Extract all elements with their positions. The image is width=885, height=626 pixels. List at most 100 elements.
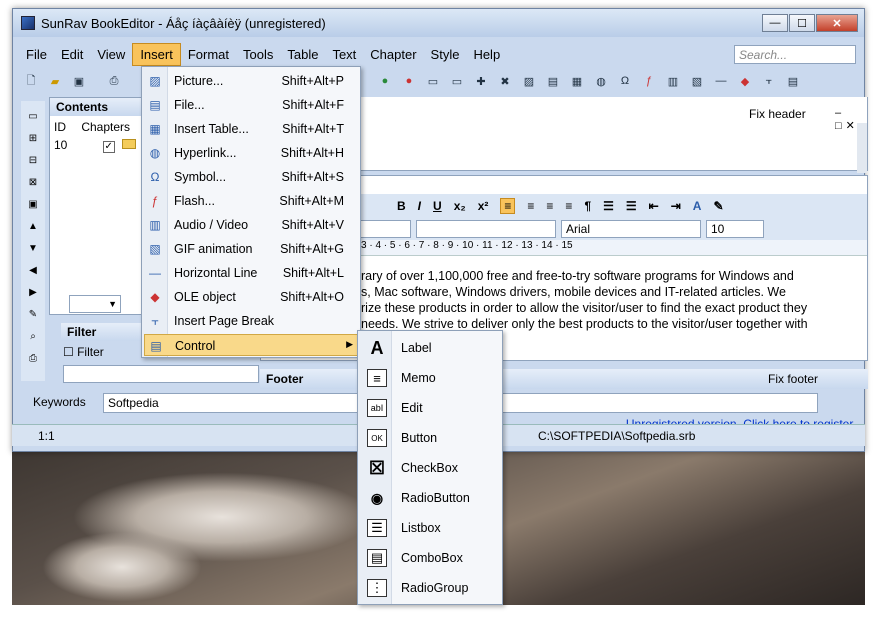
menu-item-audio-video[interactable]: ▥ Audio / Video Shift+Alt+V [144, 214, 358, 236]
menu-text[interactable]: Text [325, 44, 363, 65]
menu-item-control[interactable]: ▤ Control ▶ [144, 334, 358, 356]
move-chapter-icon[interactable]: ▭ [424, 73, 442, 89]
submenu-item-button[interactable]: OK Button [360, 423, 500, 453]
preview-icon[interactable]: ▣ [24, 197, 42, 211]
paragraph-combo[interactable] [416, 220, 556, 238]
align-center-icon[interactable]: ≡ [527, 199, 534, 213]
flash-toolbar-icon[interactable]: ƒ [640, 73, 658, 89]
menu-view[interactable]: View [90, 44, 132, 65]
column-chapters[interactable]: Chapters [81, 120, 130, 134]
font-color-icon[interactable]: A [693, 199, 702, 213]
maximize-button[interactable]: ☐ [789, 14, 815, 32]
ole-toolbar-icon[interactable]: ◆ [736, 73, 754, 89]
submenu-item-edit[interactable]: abI Edit [360, 393, 500, 423]
menu-file[interactable]: File [19, 44, 54, 65]
fix-header-label[interactable]: Fix header [749, 107, 806, 121]
submenu-item-combobox[interactable]: ▤ ComboBox [360, 543, 500, 573]
arrow-up-icon[interactable]: ▲ [24, 219, 42, 233]
align-right-icon[interactable]: ≡ [546, 199, 553, 213]
find-icon[interactable]: ⌕ [24, 329, 42, 343]
font-name-combo[interactable]: Arial [561, 220, 701, 238]
arrow-right-icon[interactable]: ▶ [24, 285, 42, 299]
menu-item-horizontal-line[interactable]: ― Horizontal Line Shift+Alt+L [144, 262, 358, 284]
menu-help[interactable]: Help [466, 44, 507, 65]
submenu-item-listbox[interactable]: ☰ Listbox [360, 513, 500, 543]
submenu-item-memo[interactable]: ≡ Memo [360, 363, 500, 393]
tree-icon[interactable]: ⊟ [24, 153, 42, 167]
filter-checkbox[interactable]: ☐ Filter [63, 345, 104, 359]
numbering-icon[interactable]: ☰ [626, 199, 637, 213]
picture-toolbar-icon[interactable]: ▨ [520, 73, 538, 89]
menu-item-picture[interactable]: ▨ Picture... Shift+Alt+P [144, 70, 358, 92]
submenu-item-radiobutton[interactable]: ◉ RadioButton [360, 483, 500, 513]
media-toolbar-icon[interactable]: ▥ [664, 73, 682, 89]
menu-item-page-break[interactable]: ⫟ Insert Page Break [144, 310, 358, 332]
search-input[interactable]: Search... [734, 45, 856, 64]
menu-format[interactable]: Format [181, 44, 236, 65]
hyperlink-toolbar-icon[interactable]: ◍ [592, 73, 610, 89]
menu-item-ole-object[interactable]: ◆ OLE object Shift+Alt+O [144, 286, 358, 308]
arrow-left-icon[interactable]: ◀ [24, 263, 42, 277]
underline-icon[interactable]: U [433, 199, 442, 213]
document-text[interactable]: rary of over 1,100,000 free and free-to-… [361, 268, 851, 332]
justify-icon[interactable]: ≡ [565, 199, 572, 213]
highlight-icon[interactable]: ✎ [713, 199, 723, 213]
print-icon[interactable]: ⎙ [105, 73, 123, 89]
close-button[interactable]: ✕ [816, 14, 858, 32]
submenu-item-checkbox[interactable]: ☒ CheckBox [360, 453, 500, 483]
menu-table[interactable]: Table [280, 44, 325, 65]
menu-style[interactable]: Style [424, 44, 467, 65]
tree-row[interactable]: 10 ✓ [54, 138, 137, 153]
menu-item-gif-animation[interactable]: ▧ GIF animation Shift+Alt+G [144, 238, 358, 260]
menu-item-file[interactable]: ▤ File... Shift+Alt+F [144, 94, 358, 116]
bullets-icon[interactable]: ☰ [603, 199, 614, 213]
menu-chapter[interactable]: Chapter [363, 44, 423, 65]
chapter-combo[interactable]: ▼ [69, 295, 121, 313]
header-panel-controls[interactable]: –□✕ [835, 107, 864, 132]
chapter-delete-icon[interactable]: ● [400, 73, 418, 89]
add-node-icon[interactable]: ✚ [472, 73, 490, 89]
arrow-down-icon[interactable]: ▼ [24, 241, 42, 255]
filter-edit-icon[interactable]: ✎ [24, 307, 42, 321]
column-id[interactable]: ID [54, 120, 66, 134]
new-document-icon[interactable]: 🗋 [22, 73, 40, 89]
indent-decrease-icon[interactable]: ⇤ [649, 199, 659, 213]
italic-icon[interactable]: I [418, 199, 421, 213]
submenu-item-label[interactable]: A Label [360, 333, 500, 363]
print-preview-icon[interactable]: ⎙ [24, 351, 42, 365]
open-folder-icon[interactable]: ▰ [46, 73, 64, 89]
row-checkbox[interactable]: ✓ [102, 141, 115, 153]
chapter-add-icon[interactable]: ● [376, 73, 394, 89]
gif-toolbar-icon[interactable]: ▧ [688, 73, 706, 89]
align-left-icon[interactable]: ≡ [500, 198, 516, 214]
fix-footer-label[interactable]: Fix footer [768, 372, 818, 386]
remove-node-icon[interactable]: ✖ [496, 73, 514, 89]
save-icon[interactable]: ▣ [70, 73, 88, 89]
filter-input[interactable] [63, 365, 259, 383]
table-toolbar-icon[interactable]: ▦ [568, 73, 586, 89]
open-book-icon[interactable]: ▭ [24, 109, 42, 123]
title-bar[interactable]: SunRav BookEditor - Áåç íàçâàíèÿ (unregi… [13, 9, 864, 37]
indent-increase-icon[interactable]: ⇥ [671, 199, 681, 213]
menu-item-symbol[interactable]: Ω Symbol... Shift+Alt+S [144, 166, 358, 188]
submenu-item-radiogroup[interactable]: ⋮ RadioGroup [360, 573, 500, 603]
menu-item-insert-table[interactable]: ▦ Insert Table... Shift+Alt+T [144, 118, 358, 140]
symbol-toolbar-icon[interactable]: Ω [616, 73, 634, 89]
tree-edit-icon[interactable]: ⊠ [24, 175, 42, 189]
menu-edit[interactable]: Edit [54, 44, 90, 65]
subscript-icon[interactable]: x₂ [454, 199, 466, 213]
bold-icon[interactable]: B [397, 199, 406, 213]
menu-insert[interactable]: Insert [132, 42, 181, 66]
control-toolbar-icon[interactable]: ▤ [784, 73, 802, 89]
page-break-toolbar-icon[interactable]: ⫟ [760, 73, 778, 89]
minimize-button[interactable]: — [762, 14, 788, 32]
font-size-combo[interactable]: 10 [706, 220, 764, 238]
menu-item-hyperlink[interactable]: ◍ Hyperlink... Shift+Alt+H [144, 142, 358, 164]
tree-add-icon[interactable]: ⊞ [24, 131, 42, 145]
move-chapter-up-icon[interactable]: ▭ [448, 73, 466, 89]
line-toolbar-icon[interactable]: ― [712, 73, 730, 89]
paragraph-icon[interactable]: ¶ [584, 199, 591, 213]
superscript-icon[interactable]: x² [478, 199, 489, 213]
menu-item-flash[interactable]: ƒ Flash... Shift+Alt+M [144, 190, 358, 212]
menu-tools[interactable]: Tools [236, 44, 280, 65]
